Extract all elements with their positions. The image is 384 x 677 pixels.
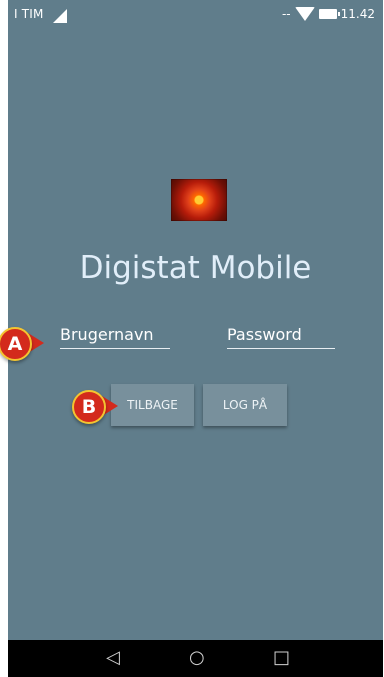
username-field[interactable] bbox=[60, 320, 170, 352]
status-bar: I TIM -- 11.42 bbox=[8, 0, 383, 30]
nav-home-icon[interactable]: ○ bbox=[189, 648, 205, 668]
carrier-label: I TIM bbox=[14, 7, 44, 21]
wifi-icon bbox=[294, 7, 315, 21]
nav-back-icon[interactable]: ◁ bbox=[106, 648, 120, 668]
android-nav-bar: ◁ ○ □ bbox=[8, 640, 383, 677]
status-time: 11.42 bbox=[340, 7, 375, 21]
status-right-group: -- 11.42 bbox=[282, 7, 375, 21]
app-logo-image bbox=[171, 179, 227, 221]
username-input[interactable] bbox=[60, 320, 170, 349]
app-screen: I TIM -- 11.42 Digistat Mobile TILBAGE L… bbox=[8, 0, 383, 677]
battery-icon bbox=[318, 9, 340, 19]
password-input[interactable] bbox=[227, 320, 335, 349]
nav-recent-apps-icon[interactable]: □ bbox=[273, 648, 290, 668]
annotation-marker-b: B bbox=[72, 390, 106, 424]
login-button[interactable]: LOG PÅ bbox=[203, 384, 287, 426]
signal-icon bbox=[53, 9, 67, 23]
back-button[interactable]: TILBAGE bbox=[111, 384, 194, 426]
device-frame: I TIM -- 11.42 Digistat Mobile TILBAGE L… bbox=[0, 0, 384, 677]
network-dash: -- bbox=[281, 7, 291, 21]
password-field[interactable] bbox=[227, 320, 335, 352]
app-title: Digistat Mobile bbox=[79, 250, 312, 286]
